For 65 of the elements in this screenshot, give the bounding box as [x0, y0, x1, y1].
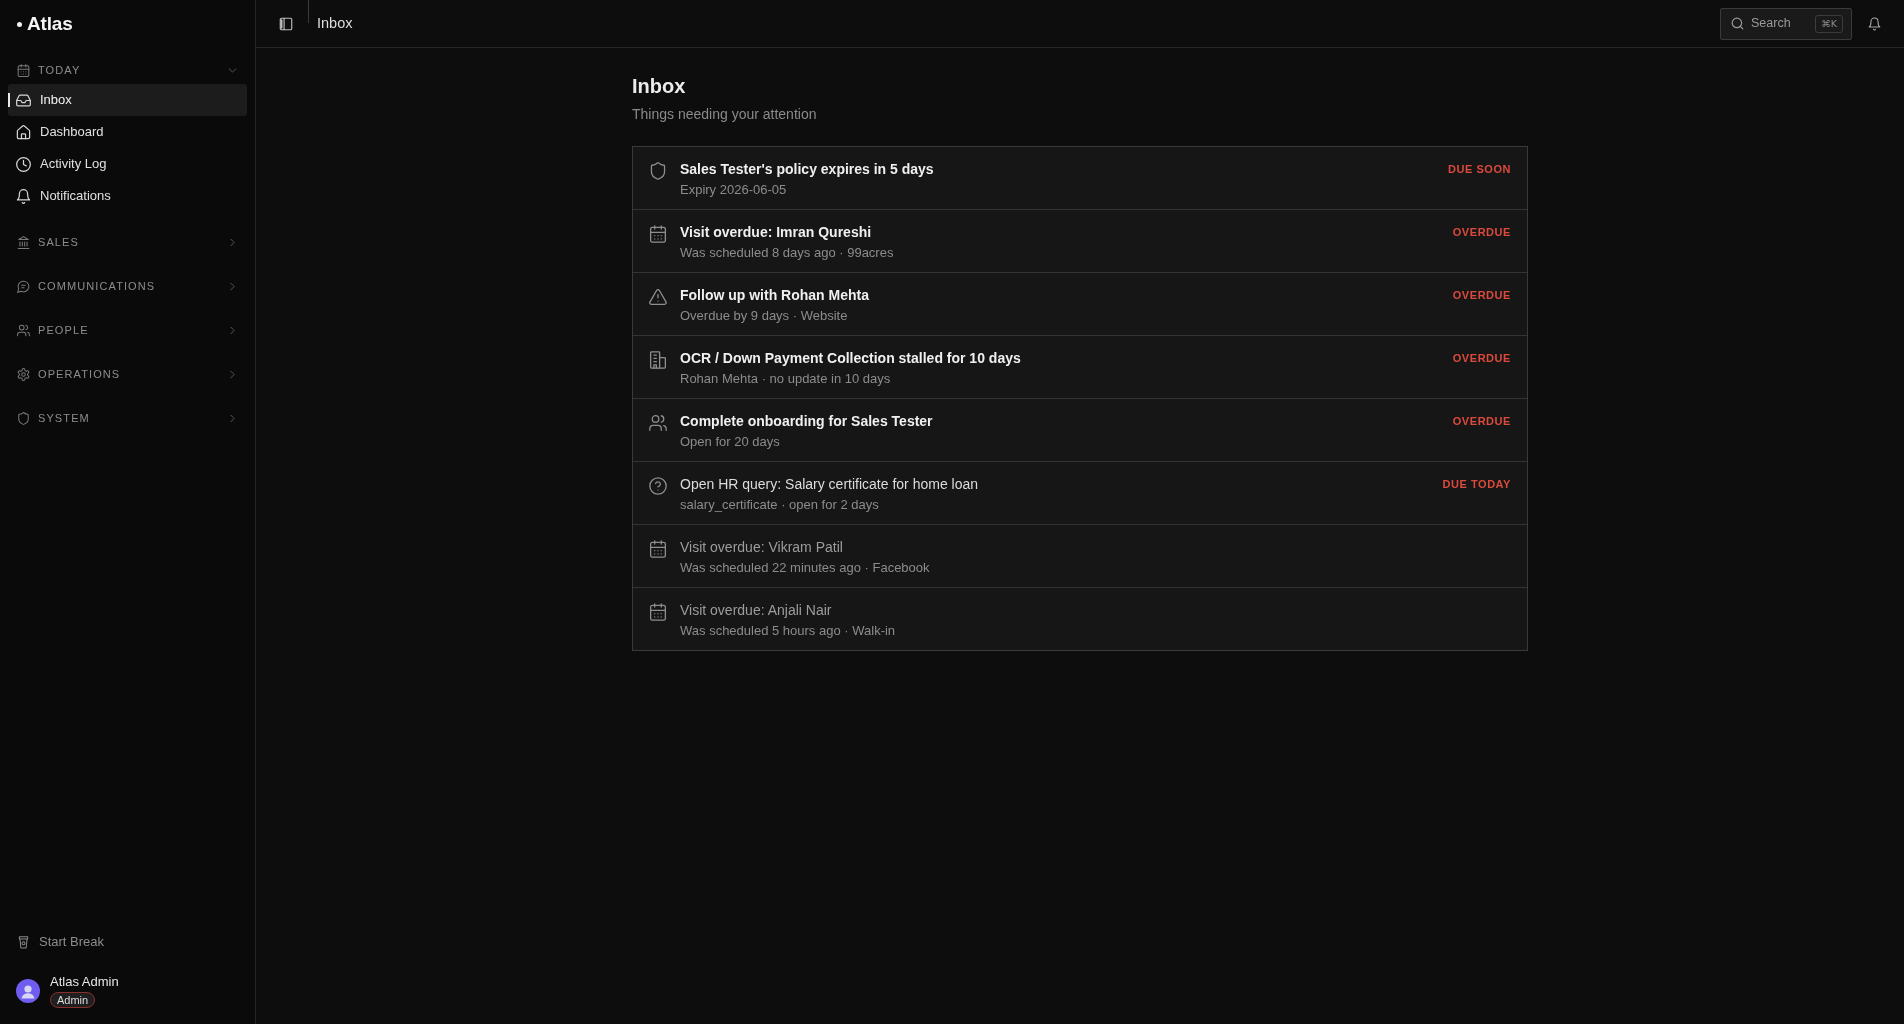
- building-icon: [649, 351, 667, 369]
- section-header[interactable]: TODAY: [8, 56, 247, 84]
- item-title: Visit overdue: Imran Qureshi: [680, 223, 873, 242]
- calendar-icon: [649, 540, 667, 558]
- status-label: OVERDUE: [1452, 351, 1511, 366]
- bell-icon: [16, 188, 31, 204]
- item-detail: Expiry 2026-06-05: [680, 181, 788, 199]
- item-title: Sales Tester's policy expires in 5 days: [680, 160, 934, 179]
- warning-triangle-icon: [649, 288, 667, 306]
- item-detail: Overdue by 9 days · Website: [680, 307, 849, 325]
- item-detail: Open for 20 days: [680, 433, 781, 451]
- search-button[interactable]: Search ⌘K: [1720, 7, 1852, 40]
- calendar-icon: [649, 225, 667, 243]
- start-break-button[interactable]: Start Break: [8, 928, 247, 956]
- item-detail: Was scheduled 5 hours ago · Walk-in: [680, 622, 896, 640]
- shortcut-key: ⌘K: [1815, 14, 1843, 33]
- user-name: Atlas Admin: [50, 974, 119, 990]
- chat-bubble-icon: [17, 279, 30, 293]
- section-header[interactable]: PEOPLE: [8, 316, 247, 344]
- page-breadcrumb: Inbox: [317, 13, 353, 33]
- section-header[interactable]: COMMUNICATIONS: [8, 272, 247, 300]
- sidebar-item[interactable]: Activity Log: [8, 148, 247, 180]
- page-subtitle: Things needing your attention: [632, 105, 818, 124]
- item-title: Complete onboarding for Sales Tester: [680, 412, 933, 431]
- status-label: OVERDUE: [1452, 288, 1511, 303]
- house-icon: [16, 124, 31, 140]
- status-label: DUE TODAY: [1442, 477, 1511, 492]
- status-label: OVERDUE: [1452, 225, 1511, 240]
- role-badge: Admin: [50, 992, 96, 1008]
- status-label: DUE SOON: [1447, 162, 1511, 177]
- item-title: OCR / Down Payment Collection stalled for 10 days: [680, 349, 1021, 368]
- bank-building-icon: [17, 235, 30, 249]
- section-header[interactable]: SALES: [8, 228, 247, 256]
- inbox-tray-icon: [16, 92, 31, 108]
- item-detail: Rohan Mehta · no update in 10 days: [680, 370, 892, 388]
- calendar-icon: [17, 63, 30, 77]
- item-detail: salary_certificate · open for 2 days: [680, 496, 880, 514]
- item-title: Visit overdue: Vikram Patil: [680, 538, 844, 557]
- people-icon: [17, 323, 30, 337]
- item-detail: Was scheduled 8 days ago · 99acres: [680, 244, 894, 262]
- shield-icon: [17, 411, 30, 425]
- avatar-icon[interactable]: [16, 979, 40, 1003]
- search-icon: [1731, 17, 1744, 30]
- clock-icon: [16, 156, 31, 172]
- status-label: OVERDUE: [1452, 414, 1511, 429]
- sidebar-panel-icon[interactable]: [279, 16, 293, 31]
- sidebar-item[interactable]: Dashboard: [8, 116, 247, 148]
- item-detail: Was scheduled 22 minutes ago · Facebook: [680, 559, 930, 577]
- shield-icon: [649, 162, 667, 180]
- question-circle-icon: [649, 477, 667, 495]
- sidebar-item[interactable]: Notifications: [8, 180, 247, 212]
- logo-text: Atlas: [27, 11, 73, 36]
- sidebar-item[interactable]: Inbox: [8, 84, 247, 116]
- logo-dot-icon: [17, 21, 22, 27]
- gear-icon: [17, 367, 30, 381]
- item-title: Follow up with Rohan Mehta: [680, 286, 869, 305]
- bell-icon[interactable]: [1868, 16, 1881, 31]
- calendar-icon: [649, 603, 667, 621]
- page-title: Inbox: [632, 74, 687, 99]
- section-header[interactable]: OPERATIONS: [8, 360, 247, 388]
- item-title: Visit overdue: Anjali Nair: [680, 601, 833, 620]
- cup-icon: [17, 935, 30, 949]
- item-title: Open HR query: Salary certificate for home loan: [680, 475, 979, 494]
- section-header[interactable]: SYSTEM: [8, 404, 247, 432]
- people-icon: [649, 414, 667, 432]
